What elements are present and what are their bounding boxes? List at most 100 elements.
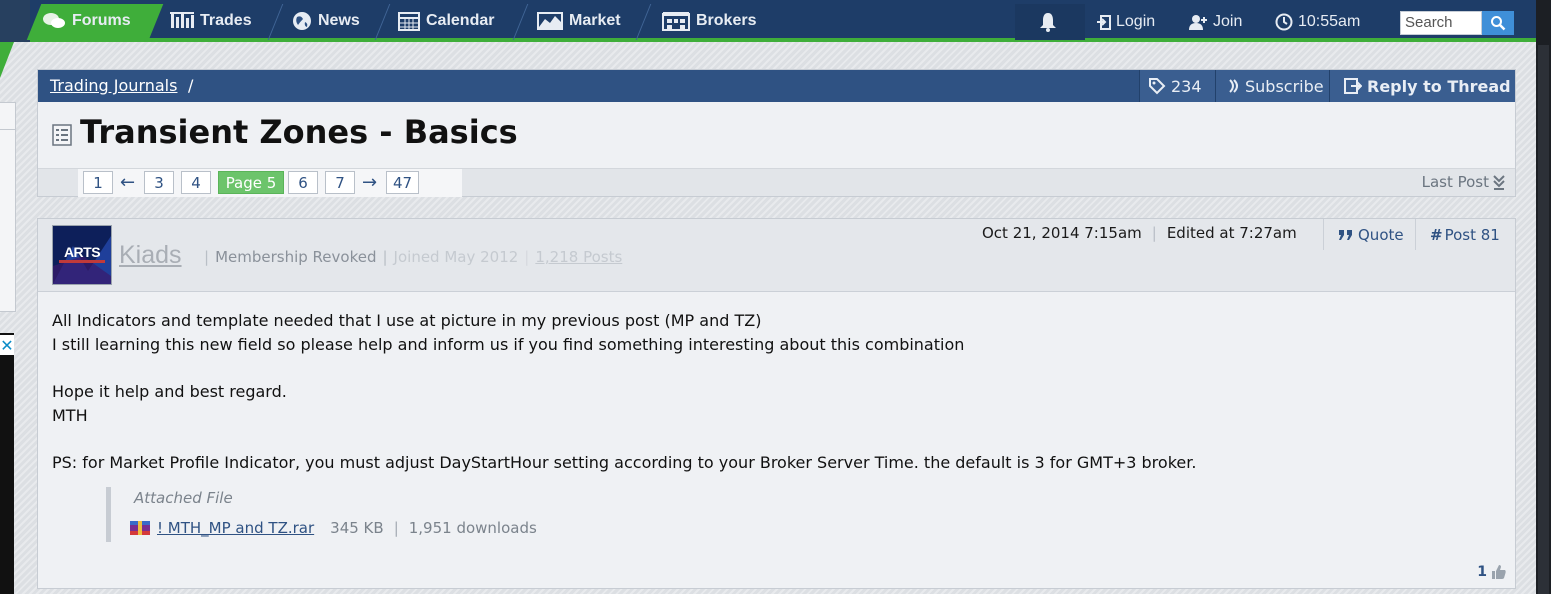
post-header: ARTS Kiads | Membership Revoked | Joined… (38, 219, 1515, 292)
thumbs-up-icon (1492, 565, 1506, 579)
nav-calendar-label: Calendar (426, 12, 495, 29)
like-button[interactable]: 1 (1477, 564, 1507, 580)
nav-trades[interactable]: Trades (170, 4, 252, 38)
attachment: Attached File ! MTH_MP and TZ.rar 345 KB… (106, 487, 586, 542)
attachment-downloads: 1,951 downloads (408, 519, 537, 537)
post-text-line: MTH (52, 405, 88, 425)
bars-chart-icon (170, 12, 194, 28)
quote-label: Quote (1358, 225, 1404, 244)
page-title: Transient Zones - Basics (80, 113, 518, 151)
nav-calendar[interactable]: Calendar (398, 4, 494, 38)
post-text-line: Hope it help and best regard. (52, 382, 287, 401)
post-timestamp: Oct 21, 2014 7:15am | Edited at 7:27am (982, 224, 1297, 242)
quote-button[interactable]: Quote (1323, 219, 1416, 250)
line-chart-icon (537, 12, 563, 30)
add-user-icon (1189, 15, 1207, 30)
subscribe-button[interactable]: Subscribe (1215, 70, 1329, 102)
pagination-links: 1 ← 3 4 Page 5 6 7 → 47 (78, 169, 462, 197)
search-button[interactable] (1482, 11, 1514, 35)
post-text-line: PS: for Market Profile Indicator, you mu… (52, 453, 1197, 472)
avatar[interactable]: ARTS (52, 225, 112, 285)
login-label: Login (1116, 13, 1156, 30)
join-button[interactable]: Join (1188, 4, 1242, 40)
nav-green-accent (0, 42, 14, 78)
calendar-icon (398, 12, 420, 31)
page-6[interactable]: 6 (288, 171, 318, 194)
username[interactable]: Kiads (119, 241, 182, 270)
nav-news[interactable]: News (292, 4, 360, 38)
post-text-line: All Indicators and template needed that … (52, 311, 762, 330)
jump-to-end-icon (1493, 175, 1505, 190)
nav-brokers[interactable]: Brokers (662, 4, 756, 38)
tag-icon (1149, 78, 1166, 95)
attachment-title: Attached File (134, 489, 233, 507)
breadcrumb-link[interactable]: Trading Journals (50, 76, 177, 95)
reply-label: Reply to Thread (1367, 76, 1511, 96)
pagination: 1 ← 3 4 Page 5 6 7 → 47 Last Post (38, 168, 1515, 197)
nav-news-label: News (318, 12, 360, 29)
clock-time: 10:55am (1298, 13, 1361, 30)
page-current: Page 5 (218, 171, 284, 194)
user-post-count[interactable]: 1,218 Posts (535, 248, 622, 266)
post-number: Post 81 (1444, 225, 1500, 244)
post-date: Oct 21, 2014 7:15am (982, 224, 1142, 242)
reply-to-thread-button[interactable]: Reply to Thread (1329, 70, 1515, 102)
nav-forums[interactable]: Forums (42, 4, 131, 38)
breadcrumb: Trading Journals / 234 Subscribe Reply t… (38, 70, 1515, 102)
buildings-icon (662, 12, 690, 31)
tags-count: 234 (1171, 76, 1202, 96)
like-count: 1 (1477, 564, 1487, 580)
nav-brokers-label: Brokers (696, 12, 757, 29)
page-1[interactable]: 1 (83, 171, 113, 194)
page-4[interactable]: 4 (181, 171, 211, 194)
login-button[interactable]: Login (1096, 4, 1155, 40)
nav-market[interactable]: Market (537, 4, 621, 38)
window-edge (1536, 0, 1551, 594)
notifications-button[interactable] (1015, 4, 1085, 40)
page-prev-arrow: ← (120, 172, 136, 193)
attachment-file-link[interactable]: ! MTH_MP and TZ.rar (157, 519, 314, 537)
chat-bubbles-icon (43, 13, 65, 28)
breadcrumb-separator: / (188, 76, 194, 95)
post: ARTS Kiads | Membership Revoked | Joined… (37, 218, 1516, 589)
hash-icon: # (1430, 225, 1443, 244)
post-body: All Indicators and template needed that … (52, 309, 1492, 475)
thread-title-row: Transient Zones - Basics (38, 102, 1515, 168)
search-icon (1491, 16, 1506, 31)
bell-icon (1039, 13, 1056, 32)
page-last[interactable]: 47 (386, 171, 420, 194)
last-post-label: Last Post (1421, 173, 1489, 191)
post-text-line: I still learning this new field so pleas… (52, 334, 965, 354)
page-3[interactable]: 3 (144, 171, 174, 194)
thread-header: Trading Journals / 234 Subscribe Reply t… (37, 69, 1516, 197)
clock-icon (1275, 13, 1293, 31)
reply-icon (1344, 78, 1362, 94)
attachment-size: 345 KB (330, 519, 384, 537)
archive-file-icon (130, 521, 150, 535)
user-meta: | Membership Revoked | Joined May 2012 |… (204, 248, 623, 266)
join-label: Join (1213, 13, 1243, 30)
nav-trades-label: Trades (200, 12, 252, 29)
search-input[interactable]: Search (1400, 11, 1482, 35)
clock: 10:55am (1275, 4, 1360, 40)
nav-left-edge (0, 0, 30, 42)
top-navigation: Forums Trades News Calendar Market Broke… (0, 0, 1536, 42)
tags-button[interactable]: 234 (1139, 70, 1215, 102)
last-post-button[interactable]: Last Post (1422, 173, 1505, 191)
list-icon (52, 124, 72, 146)
user-status: Membership Revoked (215, 248, 377, 266)
post-edited: Edited at 7:27am (1166, 224, 1297, 242)
nav-market-label: Market (569, 12, 621, 29)
page-7[interactable]: 7 (325, 171, 355, 194)
left-sidebar-panel (0, 102, 16, 312)
user-joined: Joined May 2012 (393, 248, 519, 266)
scrollbar[interactable] (1538, 45, 1549, 594)
ad-close-icon[interactable]: ✕ (0, 335, 14, 355)
side-ad[interactable] (0, 333, 14, 594)
attachment-row: ! MTH_MP and TZ.rar 345 KB | 1,951 downl… (129, 519, 537, 537)
nav-forums-label: Forums (72, 12, 131, 29)
post-number-link[interactable]: # Post 81 (1415, 219, 1512, 250)
subscribe-label: Subscribe (1245, 76, 1324, 96)
rss-icon (1229, 79, 1238, 93)
login-icon (1097, 14, 1111, 30)
